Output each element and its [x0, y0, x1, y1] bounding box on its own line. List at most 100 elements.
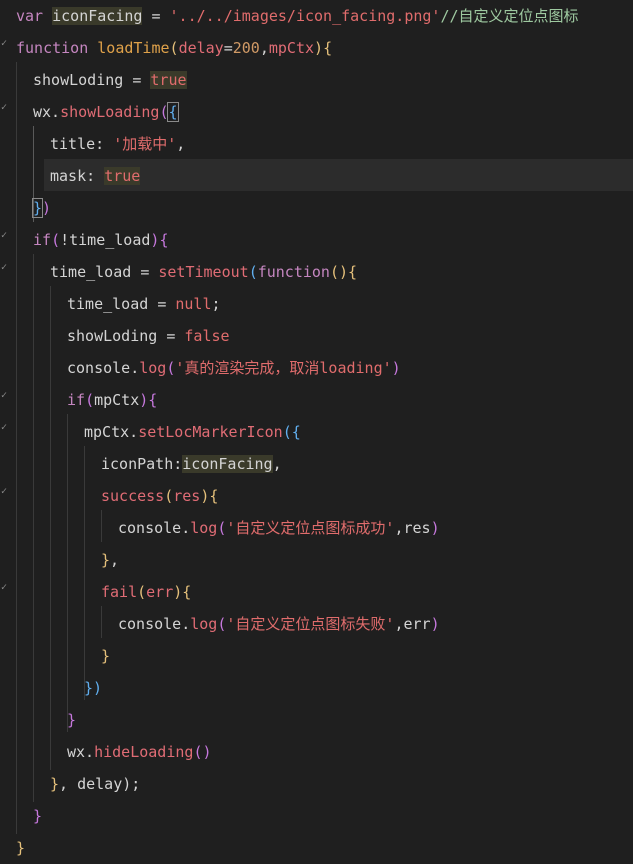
code-token: hideLoading: [94, 743, 194, 761]
code-line[interactable]: function loadTime(delay=200,mpCtx){: [16, 32, 332, 64]
code-token: mpCtx.: [84, 423, 139, 441]
code-token: res: [173, 487, 201, 505]
code-line[interactable]: time_load = null;: [67, 288, 221, 320]
code-line[interactable]: }: [16, 832, 25, 864]
code-token: ): [430, 615, 440, 633]
code-token: =: [157, 295, 176, 313]
code-line[interactable]: var iconFacing = '../../images/icon_faci…: [16, 0, 579, 32]
code-token: ): [173, 583, 183, 601]
code-token: {: [167, 102, 179, 122]
code-token: =: [140, 263, 159, 281]
code-token: :: [86, 167, 105, 185]
code-token: {: [182, 583, 192, 601]
code-line[interactable]: console.log('真的渲染完成，取消loading'): [67, 352, 401, 384]
indent-guide: [50, 286, 51, 770]
code-token: (: [137, 583, 147, 601]
code-token: (: [85, 391, 95, 409]
code-token: null: [175, 295, 212, 313]
code-token: title: [50, 135, 96, 153]
code-line[interactable]: }: [67, 704, 76, 736]
code-line[interactable]: mpCtx.setLocMarkerIcon({: [84, 416, 301, 448]
code-token: wx.: [33, 103, 61, 121]
code-token: wx.: [67, 743, 95, 761]
code-line[interactable]: }: [33, 800, 42, 832]
code-token: (): [329, 263, 349, 281]
code-token: {: [209, 487, 219, 505]
code-token: function: [16, 39, 98, 57]
code-line[interactable]: console.log('自定义定位点图标成功',res): [118, 512, 440, 544]
code-line[interactable]: success(res){: [101, 480, 218, 512]
code-token: '自定义定位点图标失败': [226, 615, 395, 633]
code-token: =: [142, 7, 170, 25]
code-line[interactable]: mask: true: [50, 160, 141, 192]
code-token: iconPath: [101, 455, 174, 473]
code-editor[interactable]: ✓ ✓ ✓ ✓ ✓ ✓ ✓ ✓ var iconFacing = '../../…: [0, 0, 633, 857]
code-line[interactable]: },: [101, 544, 119, 576]
code-line[interactable]: if(!time_load){: [33, 224, 168, 256]
code-token: iconFacing: [52, 7, 143, 25]
code-token: ;: [211, 295, 221, 313]
code-token: console.: [67, 359, 140, 377]
code-line[interactable]: wx.hideLoading(): [67, 736, 212, 768]
code-line[interactable]: wx.showLoading({: [33, 96, 179, 128]
code-line[interactable]: }): [31, 192, 51, 224]
code-token: !time_load: [60, 231, 151, 249]
code-token: :: [173, 455, 183, 473]
code-token: mpCtx: [268, 39, 315, 57]
fold-chevron-icon[interactable]: ✓: [1, 39, 9, 49]
indent-guide: [101, 510, 102, 542]
code-line[interactable]: fail(err){: [101, 576, 191, 608]
code-token: mask: [50, 167, 87, 185]
code-token: {: [291, 423, 301, 441]
code-token: '加载中': [113, 135, 177, 153]
code-token: ,: [272, 455, 282, 473]
code-token: true: [104, 167, 141, 185]
code-token: ): [430, 519, 440, 537]
code-line[interactable]: title: '加载中',: [50, 128, 185, 160]
fold-chevron-icon[interactable]: ✓: [1, 103, 9, 113]
indent-guide: [33, 254, 34, 802]
code-token: delay: [178, 39, 224, 57]
code-token: (: [164, 487, 174, 505]
code-token: (: [169, 39, 179, 57]
code-line[interactable]: if(mpCtx){: [67, 384, 157, 416]
code-token: =: [166, 327, 185, 345]
code-token: }: [101, 551, 111, 569]
code-line[interactable]: }: [101, 640, 110, 672]
fold-chevron-icon[interactable]: ✓: [1, 231, 9, 241]
code-line[interactable]: time_load = setTimeout(function(){: [50, 256, 357, 288]
code-token: log: [190, 615, 218, 633]
code-token: ,: [259, 39, 269, 57]
code-token: }: [84, 679, 94, 697]
code-token: '自定义定位点图标成功': [226, 519, 395, 537]
code-token: showLoding: [67, 327, 167, 345]
code-token: ,err: [394, 615, 431, 633]
code-line[interactable]: }): [84, 672, 102, 704]
code-token: log: [139, 359, 167, 377]
code-token: setLocMarkerIcon: [138, 423, 283, 441]
code-token: {: [148, 391, 158, 409]
fold-chevron-icon[interactable]: ✓: [1, 423, 9, 433]
fold-chevron-icon[interactable]: ✓: [1, 391, 9, 401]
code-token: ): [391, 359, 401, 377]
code-line[interactable]: }, delay);: [50, 768, 140, 800]
code-line[interactable]: iconPath:iconFacing,: [101, 448, 282, 480]
code-line[interactable]: showLoding = true: [33, 64, 187, 96]
code-token: ): [139, 391, 149, 409]
code-token: mpCtx: [94, 391, 140, 409]
indent-guide: [67, 414, 68, 732]
fold-chevron-icon[interactable]: ✓: [1, 583, 9, 593]
indent-guide: [84, 446, 85, 700]
code-token: }: [31, 198, 44, 218]
fold-chevron-icon[interactable]: ✓: [1, 263, 9, 273]
code-line[interactable]: console.log('自定义定位点图标失败',err): [118, 608, 440, 640]
code-token: }: [101, 647, 111, 665]
code-token: fail: [101, 583, 138, 601]
code-token: , delay: [59, 775, 123, 793]
code-token: =: [132, 71, 151, 89]
fold-chevron-icon[interactable]: ✓: [1, 487, 9, 497]
code-token: console.: [118, 615, 191, 633]
code-line[interactable]: showLoding = false: [67, 320, 230, 352]
code-token: var: [16, 7, 53, 25]
code-token: ,: [110, 551, 120, 569]
